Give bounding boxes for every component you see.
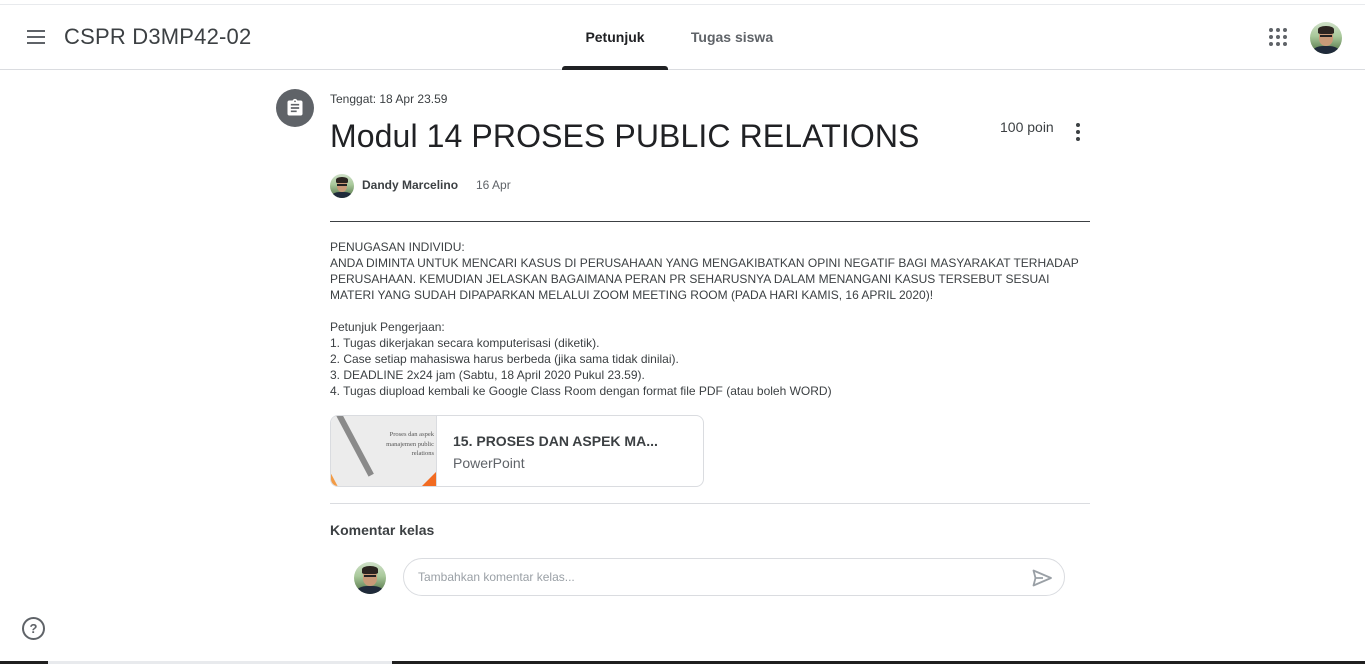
assignment-title: Modul 14 PROSES PUBLIC RELATIONS: [330, 118, 920, 154]
due-date: Tenggat: 18 Apr 23.59: [330, 92, 448, 106]
tab-tugas-siswa[interactable]: Tugas siswa: [680, 5, 784, 69]
attachment-type: PowerPoint: [453, 455, 525, 471]
points-label: 100 poin: [1000, 119, 1054, 135]
author-name: Dandy Marcelino: [362, 178, 459, 192]
posted-date: 16 Apr: [476, 178, 511, 192]
comment-box: [403, 558, 1065, 596]
apps-grid-icon[interactable]: [1264, 23, 1292, 51]
title-divider: [330, 221, 1090, 222]
author-avatar: [330, 174, 354, 198]
attachment-title: 15. PROSES DAN ASPEK MA...: [453, 433, 658, 449]
account-avatar[interactable]: [1310, 22, 1342, 54]
attachment-thumbnail: Proses dan aspek manajemen public relati…: [331, 416, 437, 486]
comment-input[interactable]: [418, 568, 998, 586]
commenter-avatar: [354, 562, 386, 594]
tab-petunjuk[interactable]: Petunjuk: [562, 5, 668, 70]
help-icon[interactable]: ?: [22, 617, 45, 640]
comments-divider: [330, 503, 1090, 504]
attachment-card[interactable]: Proses dan aspek manajemen public relati…: [330, 415, 704, 487]
top-app-bar: CSPR D3MP42-02 Petunjuk Tugas siswa: [0, 5, 1365, 70]
thumbnail-text: relations: [411, 450, 434, 457]
class-comments-title: Komentar kelas: [330, 522, 435, 538]
thumbnail-text: Proses dan aspek: [389, 431, 434, 438]
description-text: PENUGASAN INDIVIDU: ANDA DIMINTA UNTUK M…: [330, 240, 1079, 398]
thumbnail-text: manajemen public: [386, 441, 434, 448]
active-tab-indicator: [562, 66, 668, 70]
more-options-icon[interactable]: [1066, 119, 1090, 145]
assignment-icon: [276, 89, 314, 127]
tab-label: Petunjuk: [585, 29, 645, 45]
tab-label: Tugas siswa: [690, 29, 774, 45]
menu-icon[interactable]: [20, 21, 52, 53]
course-title[interactable]: CSPR D3MP42-02: [64, 24, 251, 50]
assignment-description: PENUGASAN INDIVIDU: ANDA DIMINTA UNTUK M…: [330, 239, 1090, 399]
send-icon[interactable]: [1030, 566, 1054, 590]
